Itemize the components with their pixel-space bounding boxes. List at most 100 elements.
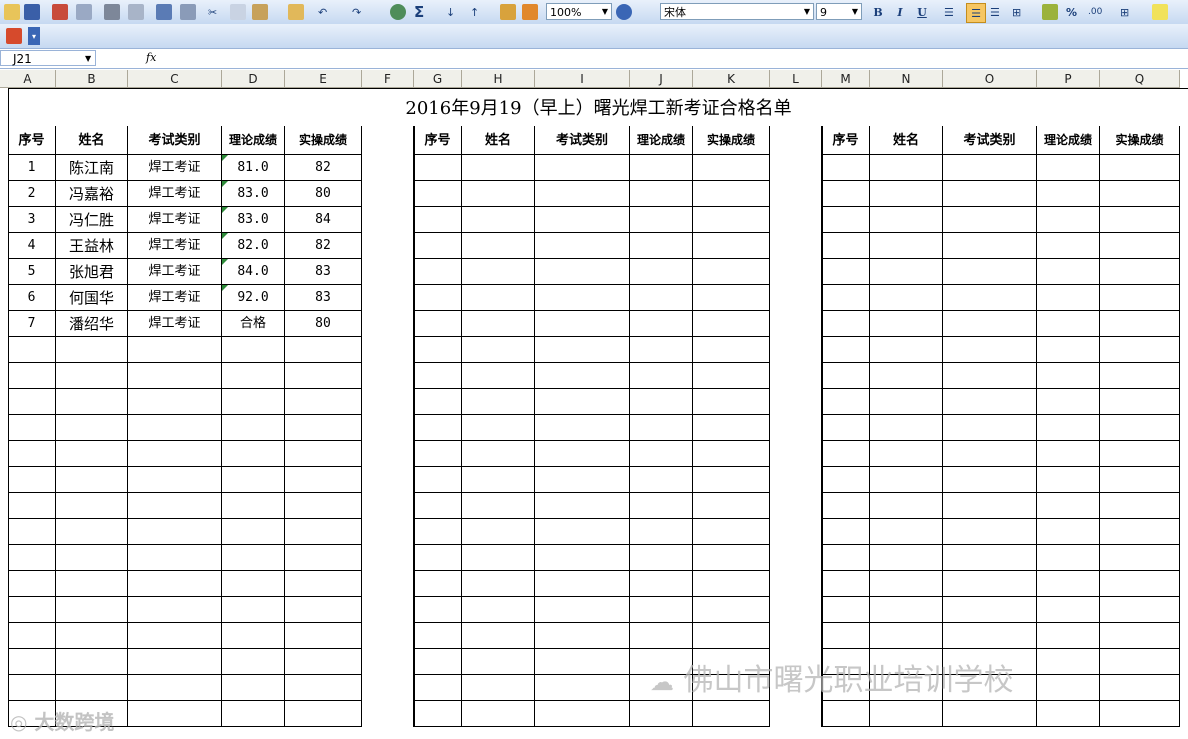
zoom-select[interactable]: 100% ▼ [546,3,612,20]
cell-left-theory[interactable] [222,519,285,545]
cell-middle-name[interactable] [462,363,535,389]
column-header-q[interactable]: Q [1100,70,1180,88]
cell-right-type[interactable] [943,311,1037,337]
column-header-k[interactable]: K [693,70,770,88]
cell-middle-theory[interactable] [630,363,693,389]
cell-middle-name[interactable] [462,519,535,545]
cell-middle-type[interactable] [535,311,630,337]
cell-left-theory[interactable] [222,441,285,467]
cell-middle-type[interactable] [535,207,630,233]
cell-left-practice[interactable] [285,467,362,493]
cell-left-type[interactable]: 焊工考证 [128,207,222,233]
cell-right-practice[interactable] [1100,233,1180,259]
cell-right-theory[interactable] [1037,571,1100,597]
cell-right-type[interactable] [943,701,1037,727]
cell-left-practice[interactable] [285,701,362,727]
cell-middle-theory[interactable] [630,571,693,597]
cell-left-type[interactable] [128,519,222,545]
column-header-p[interactable]: P [1037,70,1100,88]
header-right-practice[interactable]: 实操成绩 [1100,126,1180,155]
cell-middle-practice[interactable] [693,285,770,311]
cell-right-practice[interactable] [1100,337,1180,363]
open-icon[interactable] [4,3,20,21]
cell-right-name[interactable] [870,233,943,259]
cell-left-practice[interactable]: 82 [285,233,362,259]
cell-middle-name[interactable] [462,701,535,727]
cell-right-practice[interactable] [1100,363,1180,389]
cell-left-theory[interactable]: 92.0 [222,285,285,311]
cell-left-type[interactable]: 焊工考证 [128,259,222,285]
cell-middle-theory[interactable] [630,623,693,649]
name-box[interactable]: J21 ▼ [0,50,96,66]
cell-left-type[interactable] [128,649,222,675]
cell-middle-type[interactable] [535,415,630,441]
cell-middle-type[interactable] [535,285,630,311]
column-header-m[interactable]: M [822,70,870,88]
cell-middle-practice[interactable] [693,571,770,597]
cell-left-theory[interactable] [222,493,285,519]
cell-middle-type[interactable] [535,649,630,675]
cell-middle-type[interactable] [535,571,630,597]
cell-middle-type[interactable] [535,545,630,571]
header-middle-theory[interactable]: 理论成绩 [630,126,693,155]
cell-middle-practice[interactable] [693,155,770,181]
percent-button[interactable]: % [1066,3,1077,21]
cell-right-no[interactable] [822,493,870,519]
cell-left-theory[interactable]: 81.0 [222,155,285,181]
cell-left-practice[interactable] [285,675,362,701]
cell-middle-practice[interactable] [693,701,770,727]
column-header-o[interactable]: O [943,70,1037,88]
cell-middle-no[interactable] [414,389,462,415]
cell-right-theory[interactable] [1037,649,1100,675]
cell-left-theory[interactable] [222,701,285,727]
cell-right-practice[interactable] [1100,649,1180,675]
cell-left-practice[interactable]: 84 [285,207,362,233]
cell-right-type[interactable] [943,181,1037,207]
cell-right-type[interactable] [943,233,1037,259]
chevron-down-icon[interactable]: ▼ [85,51,91,67]
cell-middle-name[interactable] [462,545,535,571]
cell-middle-theory[interactable] [630,311,693,337]
cell-right-type[interactable] [943,363,1037,389]
cell-middle-type[interactable] [535,389,630,415]
cell-right-name[interactable] [870,259,943,285]
cell-middle-name[interactable] [462,441,535,467]
cell-left-practice[interactable]: 82 [285,155,362,181]
cell-right-practice[interactable] [1100,259,1180,285]
cell-middle-no[interactable] [414,519,462,545]
cell-middle-no[interactable] [414,467,462,493]
cell-right-name[interactable] [870,337,943,363]
cell-right-practice[interactable] [1100,597,1180,623]
cell-left-type[interactable]: 焊工考证 [128,311,222,337]
merge-center-icon[interactable]: ⊞ [1012,3,1021,21]
cell-middle-practice[interactable] [693,441,770,467]
sort-ascending-icon[interactable]: ↓ [446,3,455,21]
cell-left-practice[interactable] [285,337,362,363]
cell-middle-practice[interactable] [693,207,770,233]
cell-middle-name[interactable] [462,389,535,415]
copy-icon[interactable] [230,3,246,21]
cell-left-practice[interactable] [285,545,362,571]
cell-right-practice[interactable] [1100,415,1180,441]
cell-middle-no[interactable] [414,415,462,441]
cell-middle-name[interactable] [462,597,535,623]
cell-middle-practice[interactable] [693,233,770,259]
cell-left-name[interactable] [56,389,128,415]
column-header-f[interactable]: F [362,70,414,88]
cell-middle-no[interactable] [414,571,462,597]
cell-left-name[interactable]: 冯嘉裕 [56,181,128,207]
cell-left-name[interactable]: 陈江南 [56,155,128,181]
cell-right-practice[interactable] [1100,701,1180,727]
header-right-name[interactable]: 姓名 [870,126,943,155]
cell-right-no[interactable] [822,233,870,259]
cell-left-no[interactable] [8,649,56,675]
align-right-icon[interactable]: ☰ [990,3,1000,21]
print-icon[interactable] [104,3,120,21]
cell-left-name[interactable] [56,519,128,545]
email-icon[interactable] [76,3,92,21]
cell-left-theory[interactable] [222,649,285,675]
cell-middle-type[interactable] [535,467,630,493]
cell-middle-no[interactable] [414,207,462,233]
header-middle-name[interactable]: 姓名 [462,126,535,155]
cell-left-practice[interactable] [285,441,362,467]
